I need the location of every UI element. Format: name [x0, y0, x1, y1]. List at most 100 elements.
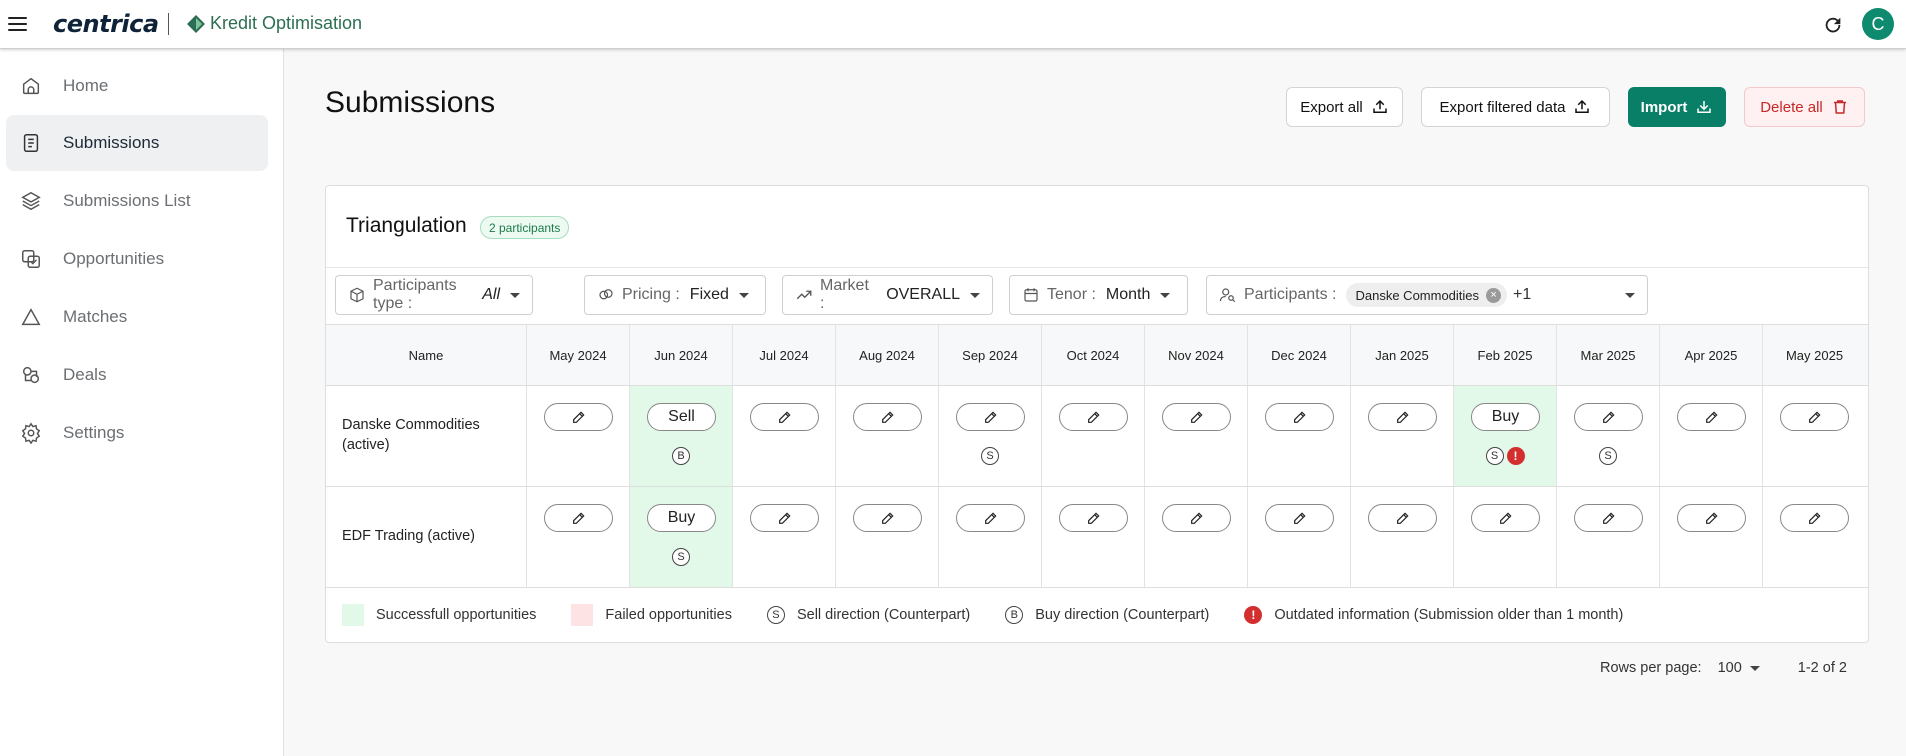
edit-submission-button[interactable]: [1677, 403, 1746, 431]
edit-submission-button[interactable]: [1265, 403, 1334, 431]
sell-direction-icon: S: [672, 548, 690, 566]
edit-submission-button[interactable]: [750, 403, 819, 431]
edit-submission-button[interactable]: [1059, 504, 1128, 532]
edit-submission-button[interactable]: [956, 504, 1025, 532]
filter-label: Participants type :: [373, 277, 457, 312]
failed-swatch: [571, 604, 594, 626]
sidebar: Home Submissions Submissions List Opport…: [0, 49, 284, 756]
sidebar-item-opportunities[interactable]: Opportunities: [6, 231, 268, 287]
document-icon: [23, 134, 39, 152]
column-header-month: Jan 2025: [1351, 325, 1454, 385]
column-header-month: Dec 2024: [1248, 325, 1351, 385]
participants-type-filter[interactable]: Participants type : All: [335, 275, 533, 315]
column-header-month: Sep 2024: [939, 325, 1042, 385]
edit-submission-button[interactable]: [956, 403, 1025, 431]
rows-per-page-value: 100: [1717, 660, 1742, 676]
warning-icon: !: [1244, 606, 1263, 624]
participant-chip[interactable]: Danske Commodities ×: [1346, 283, 1508, 307]
sidebar-item-label: Settings: [63, 423, 125, 442]
edit-submission-button[interactable]: [1368, 403, 1437, 431]
edit-submission-button[interactable]: [853, 504, 922, 532]
edit-icon: [1396, 411, 1409, 423]
filter-label: Pricing :: [622, 286, 680, 303]
participants-filter[interactable]: Participants : Danske Commodities × +1: [1206, 275, 1648, 315]
cube-icon: [350, 287, 364, 303]
edit-submission-button[interactable]: [750, 504, 819, 532]
triangulation-table: Name May 2024 Jun 2024 Jul 2024 Aug 2024 Sep…: [326, 324, 1868, 588]
sidebar-item-submissions-list[interactable]: Submissions List: [6, 173, 268, 229]
edit-submission-button[interactable]: [1059, 403, 1128, 431]
sell-direction-icon: S: [981, 447, 999, 465]
opportunities-icon: [22, 250, 40, 268]
sidebar-item-settings[interactable]: Settings: [6, 405, 268, 461]
success-swatch: [342, 604, 364, 626]
edit-icon: [778, 411, 791, 423]
tenor-filter[interactable]: Tenor : Month: [1009, 275, 1188, 315]
submission-direction-button[interactable]: Buy: [647, 504, 716, 532]
edit-submission-button[interactable]: [544, 504, 613, 532]
coins-icon: [599, 289, 613, 300]
download-icon: [1697, 101, 1712, 113]
edit-icon: [1499, 512, 1512, 524]
edit-submission-button[interactable]: [1162, 504, 1231, 532]
column-header-name: Name: [326, 325, 527, 385]
submission-direction-button[interactable]: Sell: [647, 403, 716, 431]
sidebar-item-label: Opportunities: [63, 249, 165, 268]
pricing-filter[interactable]: Pricing : Fixed: [584, 275, 766, 315]
edit-submission-button[interactable]: [1265, 504, 1334, 532]
export-all-label: Export all: [1300, 98, 1363, 116]
delete-all-button[interactable]: Delete all: [1744, 87, 1865, 127]
edit-submission-button[interactable]: [1780, 504, 1849, 532]
chip-remove-icon[interactable]: ×: [1486, 287, 1502, 303]
submission-cell: [1351, 487, 1454, 587]
triangle-icon: [21, 308, 41, 326]
upload-icon: [1373, 99, 1387, 113]
column-header-month: May 2025: [1785, 347, 1844, 363]
refresh-icon[interactable]: [1822, 14, 1844, 36]
edit-icon: [572, 512, 585, 524]
edit-icon: [1808, 512, 1821, 524]
sidebar-item-matches[interactable]: Matches: [6, 289, 268, 345]
edit-submission-button[interactable]: [1471, 504, 1540, 532]
export-filtered-button[interactable]: Export filtered data: [1421, 87, 1610, 127]
edit-submission-button[interactable]: [1574, 504, 1643, 532]
rows-per-page-select[interactable]: 100: [1718, 660, 1760, 676]
warning-icon: !: [1506, 447, 1525, 465]
menu-icon[interactable]: [8, 15, 27, 33]
submission-cell: S: [1557, 386, 1660, 486]
edit-icon: [1087, 512, 1100, 524]
chip-label: Danske Commodities: [1355, 287, 1480, 303]
export-all-button[interactable]: Export all: [1286, 87, 1403, 127]
sidebar-item-deals[interactable]: Deals: [6, 347, 268, 403]
edit-icon: [1602, 512, 1615, 524]
filter-value: All: [482, 286, 500, 303]
chevron-down-icon: [1749, 665, 1760, 671]
legend-label: Failed opportunities: [605, 607, 732, 623]
participants-badge: 2 participants: [480, 216, 570, 239]
edit-submission-button[interactable]: [853, 403, 922, 431]
sell-direction-icon: S: [1599, 447, 1617, 465]
submission-direction-button[interactable]: Buy: [1471, 403, 1540, 431]
buy-direction-icon: B: [1005, 606, 1024, 624]
sidebar-item-home[interactable]: Home: [6, 58, 268, 114]
edit-submission-button[interactable]: [1368, 504, 1437, 532]
avatar[interactable]: C: [1862, 8, 1894, 40]
edit-submission-button[interactable]: [1677, 504, 1746, 532]
submission-cell: [1248, 487, 1351, 587]
calendar-icon: [1024, 288, 1038, 302]
import-label: Import: [1640, 98, 1688, 116]
submission-cell: Buy S: [630, 487, 733, 587]
edit-submission-button[interactable]: [1780, 403, 1849, 431]
edit-submission-button[interactable]: [1162, 403, 1231, 431]
delete-all-label: Delete all: [1760, 98, 1823, 116]
submission-cell: [1351, 386, 1454, 486]
submission-cell: [836, 386, 939, 486]
submission-cell: [1145, 487, 1248, 587]
column-header-month: Feb 2025: [1454, 325, 1557, 385]
edit-submission-button[interactable]: [1574, 403, 1643, 431]
import-button[interactable]: Import: [1628, 87, 1726, 127]
market-filter[interactable]: Market : OVERALL: [782, 275, 993, 315]
top-bar: centrica Kredit Optimisation C: [0, 0, 1906, 49]
sidebar-item-submissions[interactable]: Submissions: [6, 115, 268, 171]
edit-submission-button[interactable]: [544, 403, 613, 431]
